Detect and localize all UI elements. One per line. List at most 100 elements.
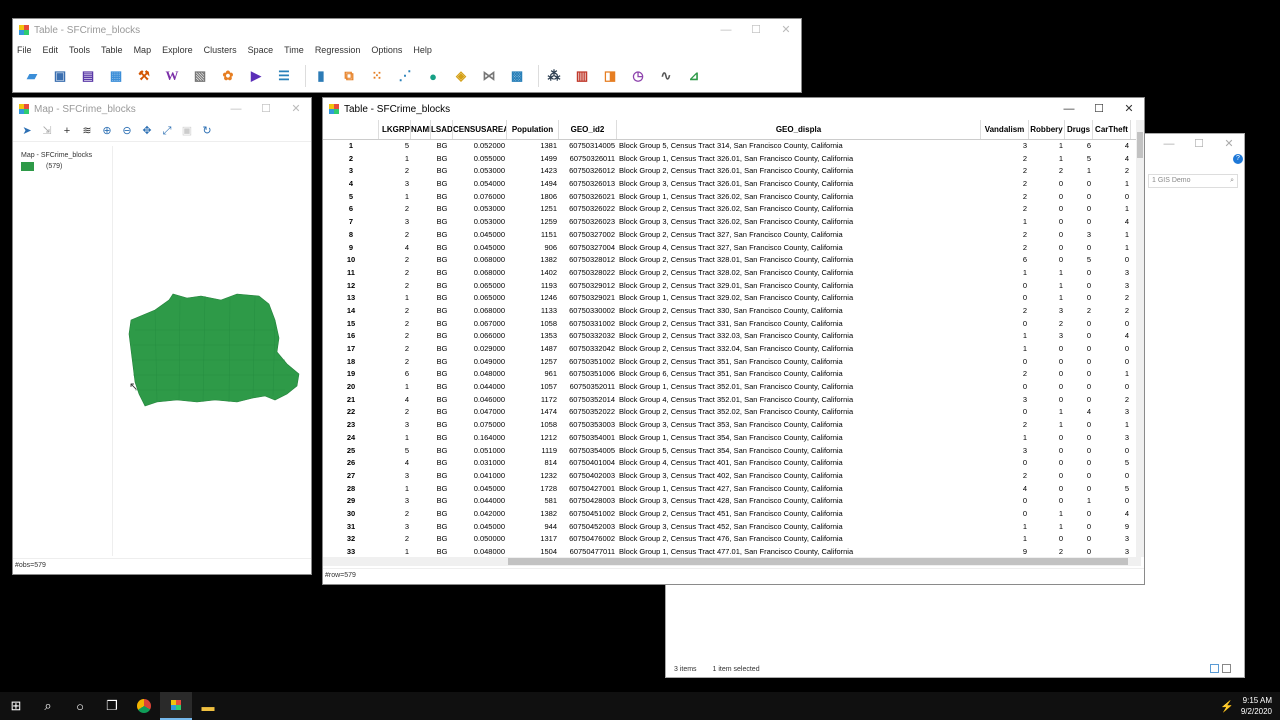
table-cell[interactable]: 2 bbox=[379, 406, 411, 419]
table-cell[interactable]: 60750352014 bbox=[559, 394, 617, 407]
table-cell[interactable]: 0 bbox=[1029, 203, 1065, 216]
table-cell[interactable]: 2 bbox=[981, 191, 1029, 204]
table-cell[interactable]: 0 bbox=[981, 356, 1029, 369]
table-cell[interactable]: 1 bbox=[981, 343, 1029, 356]
help-icon[interactable]: ? bbox=[1233, 154, 1243, 164]
row-number[interactable]: 32 bbox=[323, 533, 379, 546]
table-cell[interactable]: 0.053000 bbox=[453, 165, 507, 178]
menu-tools[interactable]: Tools bbox=[69, 45, 90, 55]
table-cell[interactable]: Block Group 3, Census Tract 428, San Fra… bbox=[617, 495, 981, 508]
table-cell[interactable]: 1 bbox=[1029, 280, 1065, 293]
table-cell-empty[interactable] bbox=[411, 318, 431, 331]
table-cell[interactable]: 1057 bbox=[507, 381, 559, 394]
table-cell[interactable]: BG bbox=[431, 483, 453, 496]
row-number[interactable]: 31 bbox=[323, 521, 379, 534]
table-row[interactable]: 8 2 BG 0.045000 1151 60750327002 Block Group 2… bbox=[323, 229, 1141, 242]
row-number[interactable]: 9 bbox=[323, 242, 379, 255]
row-number[interactable]: 2 bbox=[323, 153, 379, 166]
table-cell[interactable]: 1 bbox=[1029, 521, 1065, 534]
table-cell[interactable]: BG bbox=[431, 318, 453, 331]
row-number[interactable]: 8 bbox=[323, 229, 379, 242]
table-cell[interactable]: 0 bbox=[981, 495, 1029, 508]
table-cell[interactable]: Block Group 2, Census Tract 329.01, San … bbox=[617, 280, 981, 293]
table-cell[interactable]: 0 bbox=[1065, 318, 1093, 331]
table-cell[interactable]: 0 bbox=[1029, 368, 1065, 381]
table-cell[interactable]: BG bbox=[431, 546, 453, 557]
row-number[interactable]: 20 bbox=[323, 381, 379, 394]
table-cell[interactable]: 2 bbox=[1093, 292, 1131, 305]
table-cell[interactable]: 0 bbox=[1093, 381, 1131, 394]
table-cell[interactable]: Block Group 3, Census Tract 452, San Fra… bbox=[617, 521, 981, 534]
table-cell[interactable]: 0.068000 bbox=[453, 305, 507, 318]
table-cell[interactable]: BG bbox=[431, 470, 453, 483]
row-number[interactable]: 13 bbox=[323, 292, 379, 305]
table-cell[interactable]: 0 bbox=[1093, 343, 1131, 356]
table-cell[interactable]: 1 bbox=[379, 432, 411, 445]
table-cell[interactable]: 1 bbox=[1093, 229, 1131, 242]
minimize-icon[interactable]: — bbox=[1054, 98, 1084, 120]
table-cell[interactable]: 3 bbox=[1029, 330, 1065, 343]
table-cell[interactable]: 2 bbox=[981, 178, 1029, 191]
table-cell-empty[interactable] bbox=[411, 368, 431, 381]
table-cell[interactable]: 1 bbox=[981, 432, 1029, 445]
table-cell[interactable]: 1 bbox=[379, 191, 411, 204]
table-cell[interactable]: 0.075000 bbox=[453, 419, 507, 432]
table-cell[interactable]: 0.050000 bbox=[453, 533, 507, 546]
table-cell[interactable]: Block Group 2, Census Tract 327, San Fra… bbox=[617, 229, 981, 242]
table-cell[interactable]: 2 bbox=[981, 229, 1029, 242]
table-cell[interactable]: 3 bbox=[1065, 229, 1093, 242]
table-row[interactable]: 33 1 BG 0.048000 1504 60750477011 Block Group … bbox=[323, 546, 1141, 557]
maximize-icon[interactable]: ☐ bbox=[1184, 134, 1214, 154]
table-cell[interactable]: 3 bbox=[981, 140, 1029, 153]
table-row[interactable]: 22 2 BG 0.047000 1474 60750352022 Block Group … bbox=[323, 406, 1141, 419]
table-cell[interactable]: BG bbox=[431, 330, 453, 343]
table-cell[interactable]: BG bbox=[431, 495, 453, 508]
table-cell[interactable]: 60750477011 bbox=[559, 546, 617, 557]
table-cell[interactable]: 1 bbox=[981, 521, 1029, 534]
table-cell[interactable]: 944 bbox=[507, 521, 559, 534]
table-row[interactable]: 29 3 BG 0.044000 581 60750428003 Block Group 3… bbox=[323, 495, 1141, 508]
menu-file[interactable]: File bbox=[17, 45, 32, 55]
header-row-number[interactable] bbox=[323, 120, 379, 139]
table-cell[interactable]: 2 bbox=[379, 165, 411, 178]
table-row[interactable]: 25 5 BG 0.051000 1119 60750354005 Block Group … bbox=[323, 445, 1141, 458]
moran-icon[interactable]: ▥ bbox=[571, 66, 593, 86]
table-cell[interactable]: 1151 bbox=[507, 229, 559, 242]
table-cell[interactable]: 1058 bbox=[507, 318, 559, 331]
table-cell[interactable]: 60750328022 bbox=[559, 267, 617, 280]
table-cell[interactable]: 3 bbox=[1093, 432, 1131, 445]
table-cell[interactable]: 4 bbox=[981, 483, 1029, 496]
minimize-icon[interactable]: — bbox=[711, 19, 741, 41]
row-number[interactable]: 16 bbox=[323, 330, 379, 343]
table-cell[interactable]: 1 bbox=[379, 153, 411, 166]
table-row[interactable]: 31 3 BG 0.045000 944 60750452003 Block Group 3… bbox=[323, 521, 1141, 534]
table-cell[interactable]: 2 bbox=[1093, 394, 1131, 407]
table-cell[interactable]: 0 bbox=[1065, 203, 1093, 216]
table-cell[interactable]: 961 bbox=[507, 368, 559, 381]
table-row[interactable]: 9 4 BG 0.045000 906 60750327004 Block Group 4,… bbox=[323, 242, 1141, 255]
table-row[interactable]: 2 1 BG 0.055000 1499 60750326011 Block Group 1… bbox=[323, 153, 1141, 166]
table-cell[interactable]: 60750452003 bbox=[559, 521, 617, 534]
table-cell[interactable]: Block Group 4, Census Tract 401, San Fra… bbox=[617, 457, 981, 470]
table-cell[interactable]: BG bbox=[431, 419, 453, 432]
layers-icon[interactable]: ≋ bbox=[77, 122, 97, 140]
table-cell[interactable]: 60750329012 bbox=[559, 280, 617, 293]
table-cell[interactable]: Block Group 1, Census Tract 329.02, San … bbox=[617, 292, 981, 305]
table-cell[interactable]: 60750326013 bbox=[559, 178, 617, 191]
table-cell[interactable]: 1251 bbox=[507, 203, 559, 216]
table-row[interactable]: 12 2 BG 0.065000 1193 60750329012 Block Group … bbox=[323, 280, 1141, 293]
table-cell[interactable]: 2 bbox=[981, 470, 1029, 483]
table-cell[interactable]: 0 bbox=[1065, 381, 1093, 394]
table-cell[interactable]: 0 bbox=[1029, 495, 1065, 508]
table-cell[interactable]: BG bbox=[431, 292, 453, 305]
table-cell[interactable]: BG bbox=[431, 229, 453, 242]
table-cell[interactable]: 0.048000 bbox=[453, 368, 507, 381]
select-pointer-icon[interactable]: ➤ bbox=[17, 122, 37, 140]
legend-item[interactable]: (579) bbox=[21, 162, 104, 171]
close-icon[interactable]: ✕ bbox=[281, 98, 311, 120]
table-cell[interactable]: 60750326023 bbox=[559, 216, 617, 229]
table-cell[interactable]: 1728 bbox=[507, 483, 559, 496]
table-cell[interactable]: 0 bbox=[1065, 292, 1093, 305]
table-cell[interactable]: 0.044000 bbox=[453, 381, 507, 394]
table-cell[interactable]: 2 bbox=[379, 305, 411, 318]
